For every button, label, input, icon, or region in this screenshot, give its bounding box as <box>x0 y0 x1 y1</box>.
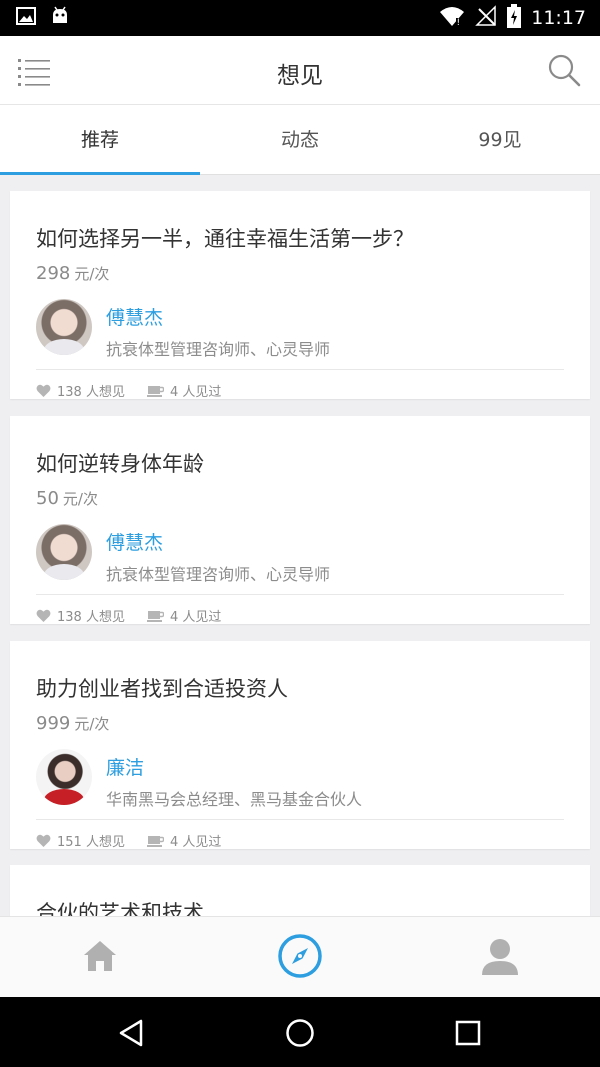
heart-icon <box>36 609 51 623</box>
tab-99-meet[interactable]: 99见 <box>400 105 600 175</box>
likes-text: 138 人想见 <box>57 385 125 400</box>
met-stat: 4 人见过 <box>146 831 222 850</box>
status-bar-notifications <box>16 6 70 30</box>
svg-text:!: ! <box>457 18 461 27</box>
nav-home[interactable] <box>0 917 200 998</box>
android-notification-icon <box>50 6 70 30</box>
likes-stat: 151 人想见 <box>36 831 125 850</box>
profile-icon <box>480 936 520 980</box>
home-circle-icon[interactable] <box>282 1015 318 1051</box>
home-icon <box>82 939 118 977</box>
met-stat: 4 人见过 <box>146 606 222 625</box>
price-line: 999 元/次 <box>36 713 109 734</box>
host-title: 抗衰体型管理咨询师、心灵导师 <box>106 565 331 584</box>
avatar[interactable] <box>36 299 92 355</box>
tab-bar: 推荐 动态 99见 <box>0 105 600 175</box>
price-value: 999 <box>36 713 71 734</box>
coffee-cup-icon <box>146 609 164 623</box>
host-name[interactable]: 傅慧杰 <box>106 528 163 555</box>
price-line: 50 元/次 <box>36 488 98 509</box>
met-text: 4 人见过 <box>169 385 222 400</box>
coffee-cup-icon <box>146 384 164 398</box>
topic-title[interactable]: 如何逆转身体年龄 <box>36 448 204 478</box>
price-value: 50 <box>36 488 59 509</box>
nav-discover[interactable] <box>200 917 400 998</box>
heart-icon <box>36 384 51 398</box>
host-name[interactable]: 廉洁 <box>106 753 144 780</box>
price-value: 298 <box>36 263 71 284</box>
clock-time: 11:17 <box>531 7 586 29</box>
topic-card[interactable]: 助力创业者找到合适投资人 999 元/次 廉洁 华南黑马会总经理、黑马基金合伙人 … <box>10 641 590 850</box>
met-stat: 4 人见过 <box>146 381 222 400</box>
host-name[interactable]: 傅慧杰 <box>106 303 163 330</box>
status-bar: ! 11:17 <box>0 0 600 36</box>
card-stats: 138 人想见 4 人见过 <box>36 606 243 625</box>
price-unit: 元/次 <box>62 490 98 508</box>
battery-charging-icon <box>507 4 522 32</box>
likes-stat: 138 人想见 <box>36 381 125 400</box>
price-unit: 元/次 <box>74 265 110 283</box>
price-unit: 元/次 <box>74 715 110 733</box>
card-stats: 138 人想见 4 人见过 <box>36 381 243 400</box>
divider <box>36 819 564 820</box>
met-text: 4 人见过 <box>169 610 222 625</box>
page-title: 想见 <box>277 63 323 89</box>
coffee-cup-icon <box>146 834 164 848</box>
topic-feed[interactable]: 如何选择另一半，通往幸福生活第一步？ 298 元/次 傅慧杰 抗衰体型管理咨询师、… <box>0 176 600 916</box>
topic-card[interactable]: 如何选择另一半，通往幸福生活第一步？ 298 元/次 傅慧杰 抗衰体型管理咨询师、… <box>10 191 590 400</box>
topic-card[interactable]: 合伙的艺术和技术 <box>10 865 590 916</box>
bottom-nav <box>0 916 600 997</box>
tab-activity[interactable]: 动态 <box>200 105 400 175</box>
system-nav-bar <box>0 997 600 1067</box>
host-title: 华南黑马会总经理、黑马基金合伙人 <box>106 790 363 809</box>
topic-title[interactable]: 助力创业者找到合适投资人 <box>36 673 288 703</box>
tab-recommended[interactable]: 推荐 <box>0 105 200 175</box>
heart-icon <box>36 834 51 848</box>
topic-card[interactable]: 如何逆转身体年龄 50 元/次 傅慧杰 抗衰体型管理咨询师、心灵导师 138 人想… <box>10 416 590 625</box>
host-title: 抗衰体型管理咨询师、心灵导师 <box>106 340 331 359</box>
back-icon[interactable] <box>114 1015 150 1051</box>
avatar[interactable] <box>36 749 92 805</box>
price-line: 298 元/次 <box>36 263 109 284</box>
status-bar-system: ! 11:17 <box>439 4 586 32</box>
recents-icon[interactable] <box>450 1015 486 1051</box>
likes-text: 138 人想见 <box>57 610 125 625</box>
topic-title[interactable]: 合伙的艺术和技术 <box>36 897 204 916</box>
compass-icon <box>277 933 323 983</box>
nav-profile[interactable] <box>400 917 600 998</box>
likes-stat: 138 人想见 <box>36 606 125 625</box>
app-screen: ! 11:17 想见 推荐 动态 99见 如何选择另一半，通往幸福生活第一步？ … <box>0 0 600 1067</box>
topic-title[interactable]: 如何选择另一半，通往幸福生活第一步？ <box>36 223 414 253</box>
no-signal-icon <box>475 5 497 31</box>
app-header: 想见 <box>0 36 600 105</box>
active-tab-indicator <box>0 172 200 175</box>
divider <box>36 369 564 370</box>
card-stats: 151 人想见 4 人见过 <box>36 831 243 850</box>
wifi-icon: ! <box>439 5 465 31</box>
divider <box>36 594 564 595</box>
image-notification-icon <box>16 6 36 30</box>
avatar[interactable] <box>36 524 92 580</box>
likes-text: 151 人想见 <box>57 835 125 850</box>
met-text: 4 人见过 <box>169 835 222 850</box>
search-icon[interactable] <box>546 52 582 88</box>
